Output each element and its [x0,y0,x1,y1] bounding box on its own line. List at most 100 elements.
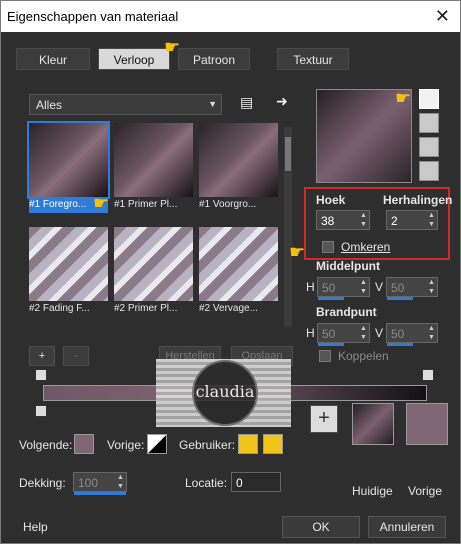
invert-label: Omkeren [341,240,391,254]
gradient-caption: #2 Primer Pl... [114,303,178,314]
focal-v-slider[interactable] [387,343,413,346]
gradient-thumb[interactable]: #2 Primer Pl... [114,227,193,317]
opacity-slider[interactable] [74,492,126,495]
gradient-thumb[interactable]: #2 Fading F... [29,227,108,317]
current-swatch[interactable] [352,403,394,445]
linear-style-button[interactable] [419,89,439,109]
gradient-preview [114,123,193,197]
spinner-arrows-icon[interactable]: ▲ ▼ [359,211,368,229]
location-input[interactable]: 0 [231,472,281,492]
pointer-hand-icon: ☛ [93,193,110,213]
next-color-label: Volgende: [19,438,73,452]
focal-h-value: 50 [322,327,336,341]
spinner-arrows-icon[interactable]: ▲ ▼ [116,473,125,491]
invert-checkbox[interactable] [322,241,334,253]
repeats-spinner[interactable]: 2 ▲ ▼ [386,210,438,230]
current-swatch-label: Huidige [352,484,393,498]
user-color-label: Gebruiker: [179,438,236,452]
material-properties-dialog: Eigenschappen van materiaal ✕ Kleur Verl… [0,0,461,544]
opacity-spinner[interactable]: 100 ▲ ▼ [73,472,127,495]
arrow-right-icon[interactable]: ➜ [276,93,288,110]
center-h-spinner[interactable]: 50 ▲ ▼ [317,277,370,300]
focal-v-spinner[interactable]: 50 ▲ ▼ [386,323,438,346]
angle-spinner[interactable]: 38 ▲ ▼ [316,210,370,230]
previous-swatch[interactable] [406,403,448,445]
list-view-icon[interactable]: ▤ [240,94,253,111]
remove-stop-button[interactable]: - [63,346,89,366]
next-color-swatch[interactable] [74,434,94,454]
cancel-button[interactable]: Annuleren [368,516,446,538]
tab-patroon[interactable]: Patroon [178,48,250,70]
pointer-hand-icon: ☛ [395,88,412,108]
gradient-thumb[interactable]: #2 Vervage... [199,227,278,317]
center-h-label: H [306,280,315,294]
gradient-preview [114,227,193,301]
add-stop-button[interactable]: + [29,346,55,366]
focal-h-spinner[interactable]: 50 ▲ ▼ [317,323,370,346]
chevron-down-icon: ▼ [208,99,217,109]
gradient-caption: #1 Primer Pl... [114,199,178,210]
angle-label: Hoek [316,193,346,207]
tab-verloop[interactable]: Verloop [98,48,170,70]
user-color-swatch-1[interactable] [238,434,258,454]
previous-swatch-label: Vorige [408,484,443,498]
location-value: 0 [236,476,243,490]
opacity-value: 100 [78,476,99,490]
help-link[interactable]: Help [23,520,48,534]
sunburst-style-button[interactable] [419,137,439,157]
focal-h-label: H [306,326,315,340]
user-color-swatch-2[interactable] [263,434,283,454]
gradient-thumb[interactable]: #1 Voorgro... [199,123,278,213]
gradient-preview [27,121,110,199]
opacity-label: Dekking: [19,476,66,490]
category-dropdown[interactable]: Alles ▼ [29,94,222,115]
center-h-value: 50 [322,281,336,295]
spinner-arrows-icon[interactable]: ▲ ▼ [427,278,436,296]
gradient-caption: #2 Vervage... [199,303,258,314]
angle-value: 38 [321,214,335,228]
prev-color-swatch[interactable] [147,434,167,454]
center-label: Middelpunt [316,259,380,273]
opacity-stop-end[interactable] [422,369,434,381]
gallery-scrollbar[interactable] [284,127,292,327]
scrollbar-thumb[interactable] [285,137,291,171]
focal-v-value: 50 [391,327,405,341]
tab-textuur[interactable]: Textuur [277,48,349,70]
rectangular-style-button[interactable] [419,113,439,133]
center-h-slider[interactable] [318,297,344,300]
add-swatch-button[interactable]: + [310,405,338,433]
link-label: Koppelen [338,349,389,363]
title-bar: Eigenschappen van materiaal ✕ [1,1,460,32]
center-v-spinner[interactable]: 50 ▲ ▼ [386,277,438,300]
tab-kleur[interactable]: Kleur [16,48,90,70]
close-icon[interactable]: ✕ [435,6,450,27]
gradient-caption: #1 Voorgro... [199,199,257,210]
repeats-value: 2 [391,214,398,228]
ok-button[interactable]: OK [282,516,360,538]
category-value: Alles [36,98,63,112]
gradient-caption: #2 Fading F... [29,303,90,314]
focal-label: Brandpunt [316,305,377,319]
prev-color-label: Vorige: [107,438,145,452]
gradient-thumb[interactable]: #1 Primer Pl... [114,123,193,213]
spinner-arrows-icon[interactable]: ▲ ▼ [359,324,368,342]
repeats-label: Herhalingen [383,193,453,207]
radial-style-button[interactable] [419,161,439,181]
window-title: Eigenschappen van materiaal [7,9,179,24]
focal-h-slider[interactable] [318,343,344,346]
spinner-arrows-icon[interactable]: ▲ ▼ [359,278,368,296]
pointer-hand-icon: ☛ [289,242,306,262]
spinner-arrows-icon[interactable]: ▲ ▼ [427,324,436,342]
location-label: Locatie: [185,476,228,490]
center-v-slider[interactable] [387,297,413,300]
gradient-preview [29,227,108,301]
center-v-value: 50 [391,281,405,295]
link-checkbox[interactable] [319,350,331,362]
focal-v-label: V [375,326,384,340]
gradient-preview [199,123,278,197]
color-stop-start[interactable] [35,405,47,417]
gradient-preview [199,227,278,301]
opacity-stop-start[interactable] [35,369,47,381]
spinner-arrows-icon[interactable]: ▲ ▼ [427,211,436,229]
watermark: claudia [156,359,291,427]
